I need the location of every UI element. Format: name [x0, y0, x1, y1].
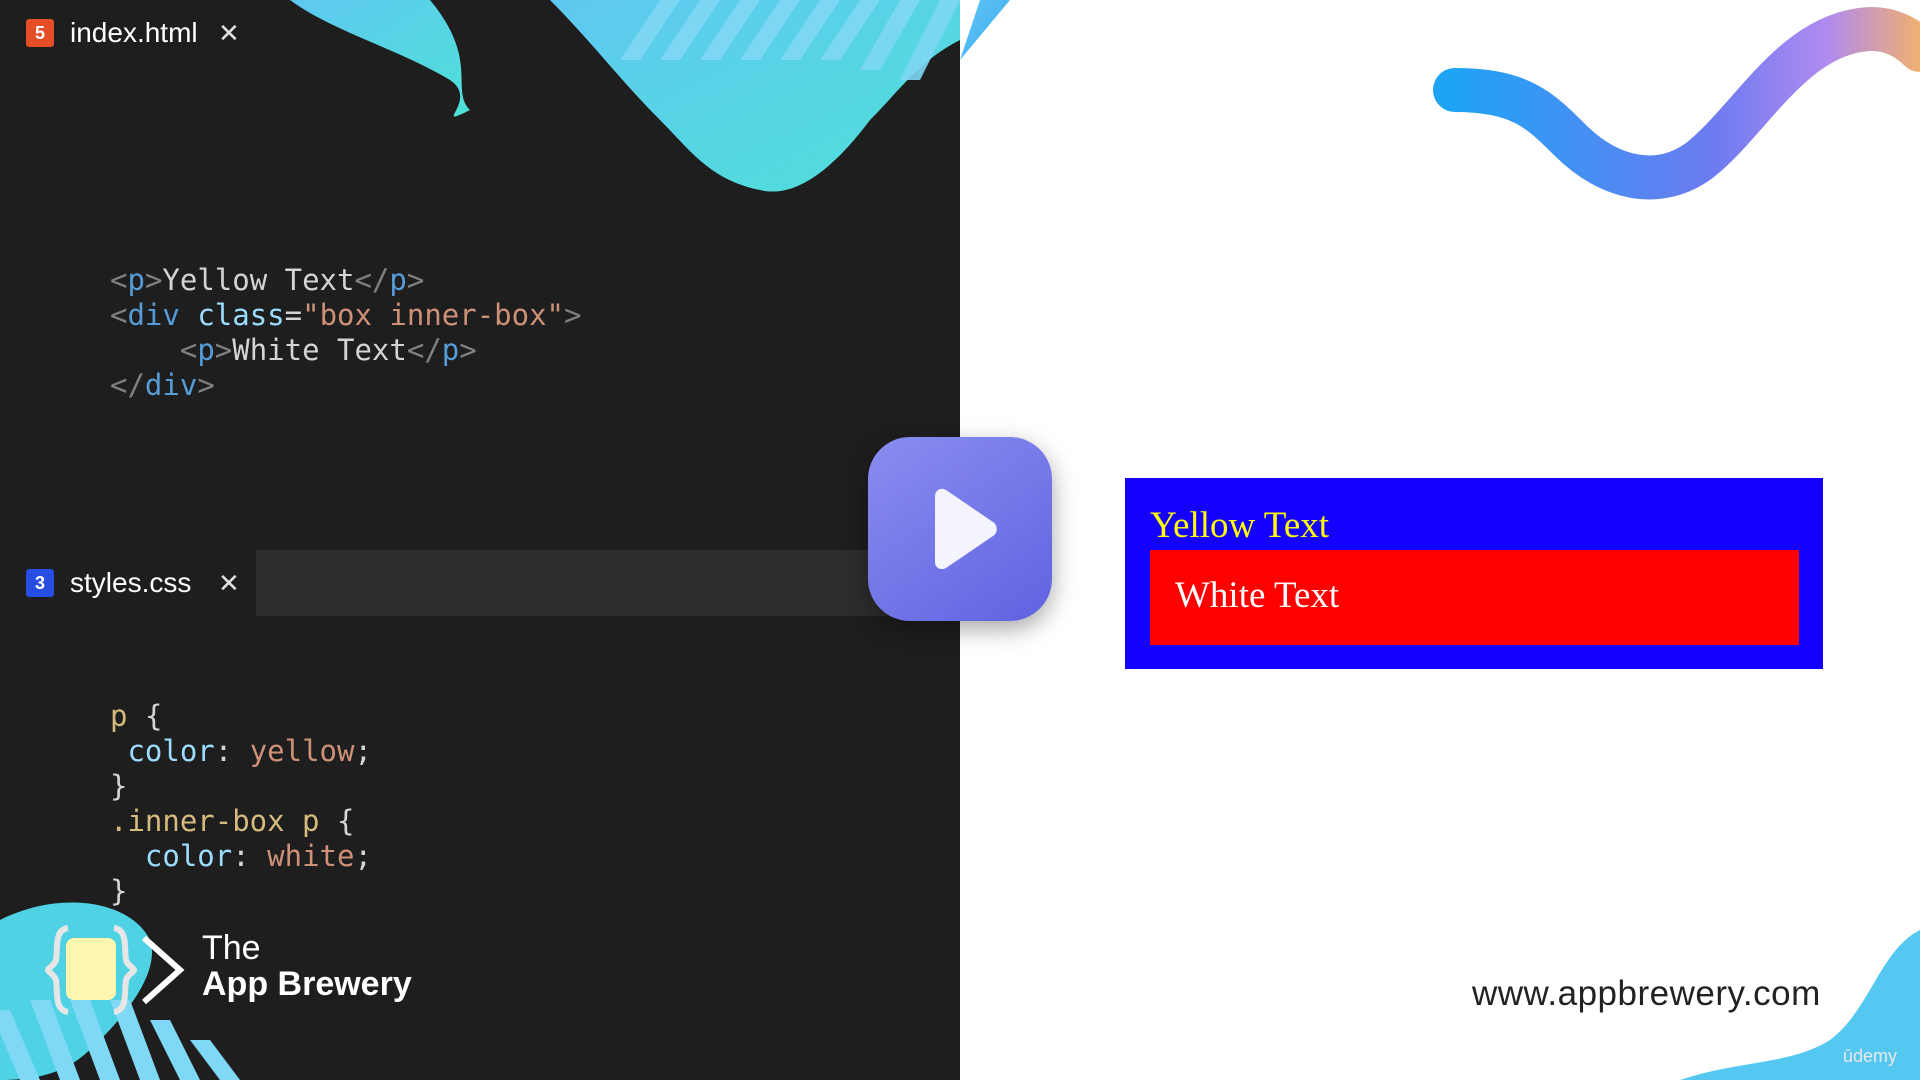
website-url[interactable]: www.appbrewery.com — [1472, 974, 1821, 1014]
tab-label: index.html — [70, 17, 198, 48]
css-code-block: p { color: yellow; } .inner-box p { colo… — [110, 664, 372, 909]
preview-inner-box: White Text — [1150, 550, 1799, 645]
code-line: <p>White Text</p> — [179, 333, 477, 367]
close-icon[interactable]: ✕ — [218, 568, 240, 599]
preview-white-text: White Text — [1175, 575, 1340, 616]
code-line: } — [110, 769, 128, 803]
code-line: color: white; — [144, 839, 372, 873]
preview-outer-box: Yellow Text White Text — [1125, 478, 1823, 669]
code-line: <p>Yellow Text</p> — [110, 263, 425, 297]
code-line: color: yellow; — [127, 734, 372, 768]
play-icon — [935, 488, 997, 570]
brand-line1: The — [202, 929, 261, 967]
tab-styles-css[interactable]: 3 styles.css ✕ — [0, 550, 256, 616]
html-code-block: <p>Yellow Text</p> <div class="box inner… — [110, 228, 581, 403]
play-button[interactable] — [868, 437, 1052, 621]
code-panel: 5 index.html ✕ <p>Yellow Text</p> <div c… — [0, 0, 960, 1080]
html5-icon: 5 — [26, 19, 54, 47]
preview-yellow-text: Yellow Text — [1150, 505, 1330, 546]
udemy-watermark: ūdemy — [1843, 1046, 1898, 1066]
code-line: </div> — [110, 368, 215, 402]
brand-line2: App Brewery — [202, 965, 412, 1003]
html-tab-bar: 5 index.html ✕ — [0, 0, 960, 66]
close-icon[interactable]: ✕ — [218, 18, 240, 49]
code-line: <div class="box inner-box"> — [110, 298, 582, 332]
css-tab-bar: 3 styles.css ✕ — [0, 550, 960, 616]
decorative-wave — [960, 0, 1920, 200]
code-line: p { — [110, 699, 163, 733]
app-brewery-logo — [44, 925, 185, 1015]
tab-label: styles.css — [70, 567, 192, 598]
brand-name: The App Brewery — [202, 930, 412, 1002]
code-line: .inner-box p { — [110, 804, 355, 838]
css3-icon: 3 — [26, 569, 54, 597]
tab-index-html[interactable]: 5 index.html ✕ — [0, 0, 256, 66]
